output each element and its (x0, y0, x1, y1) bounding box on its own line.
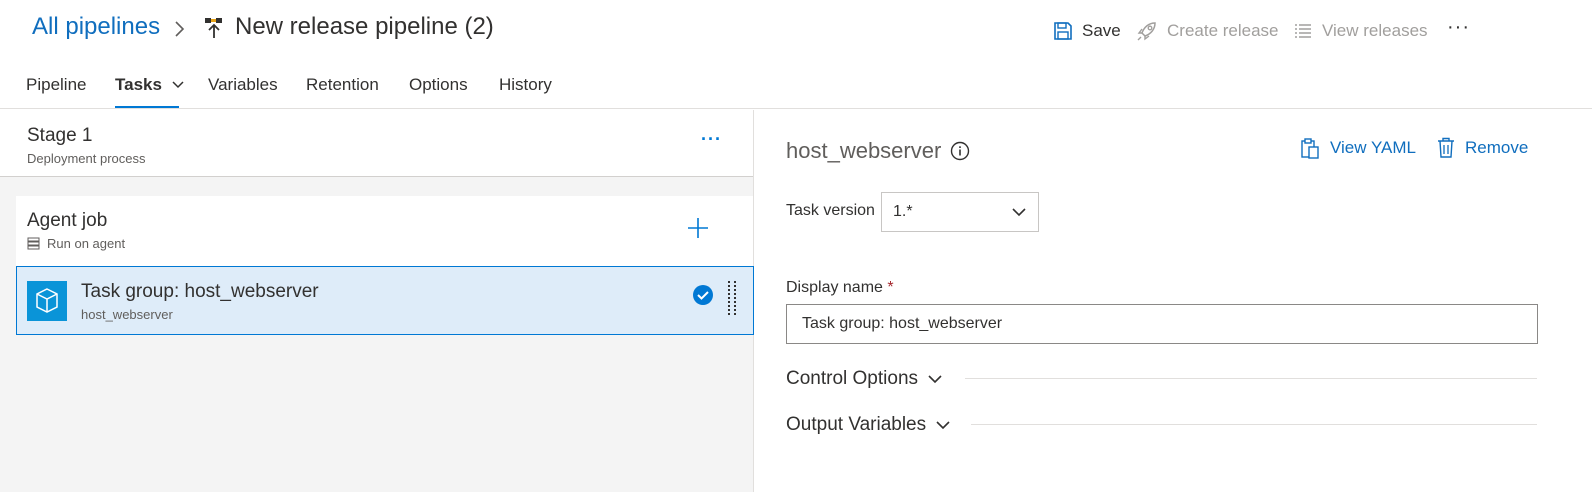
output-variables-toggle[interactable]: Output Variables (786, 412, 951, 438)
output-variables-label: Output Variables (786, 414, 927, 435)
task-title: Task group: host_webserver (81, 281, 319, 302)
task-version-value: 1.* (893, 203, 913, 220)
agent-job-subtitle-text: Run on agent (47, 236, 126, 251)
save-button[interactable]: Save (1053, 20, 1121, 42)
stage-header[interactable]: Stage 1 Deployment process ··· (0, 110, 753, 177)
control-options-label: Control Options (786, 368, 919, 389)
breadcrumb-all-pipelines[interactable]: All pipelines (32, 13, 160, 41)
tab-bar: Pipeline Tasks Variables Retention Optio… (0, 58, 1592, 109)
create-release-label: Create release (1167, 21, 1279, 40)
section-divider (971, 424, 1537, 425)
task-subtitle: host_webserver (81, 307, 173, 322)
add-task-icon[interactable] (686, 216, 710, 240)
display-name-label-text: Display name (786, 279, 883, 296)
view-releases-button[interactable]: View releases (1293, 20, 1428, 42)
page-title: New release pipeline (2) (235, 13, 494, 40)
display-name-input[interactable] (786, 304, 1538, 344)
release-pipeline-icon (205, 18, 222, 38)
save-icon (1054, 22, 1072, 40)
more-actions-button[interactable]: ··· (1447, 16, 1470, 38)
tasks-panel: Stage 1 Deployment process ··· Agent job… (0, 110, 754, 492)
tab-options[interactable]: Options (409, 75, 468, 95)
view-releases-label: View releases (1322, 21, 1428, 40)
list-icon (1295, 24, 1311, 38)
details-title: host_webserver (786, 138, 942, 163)
chevron-down-icon (172, 81, 184, 89)
create-release-button[interactable]: Create release (1136, 20, 1279, 42)
remove-label: Remove (1465, 138, 1529, 157)
agent-job-subtitle: Run on agent (27, 236, 125, 251)
tab-pipeline[interactable]: Pipeline (26, 75, 87, 95)
section-divider (965, 378, 1537, 379)
tab-history[interactable]: History (499, 75, 552, 95)
chevron-down-icon (928, 375, 942, 384)
tab-retention[interactable]: Retention (306, 75, 379, 95)
server-icon (27, 237, 40, 250)
task-group-icon (27, 281, 67, 321)
active-tab-indicator (115, 106, 179, 108)
info-icon[interactable] (950, 141, 970, 161)
tab-variables[interactable]: Variables (208, 75, 278, 95)
task-row-selected[interactable]: Task group: host_webserver host_webserve… (16, 266, 754, 335)
view-yaml-button[interactable]: View YAML (1300, 137, 1416, 159)
chevron-down-icon (936, 421, 950, 430)
display-name-label: Display name * (786, 279, 894, 297)
stage-title: Stage 1 (27, 125, 93, 146)
agent-job-row[interactable]: Agent job Run on agent (16, 196, 753, 266)
rocket-icon (1137, 22, 1156, 41)
save-label: Save (1082, 21, 1121, 40)
top-bar: All pipelines New release pipeline (2) S… (0, 0, 1592, 58)
task-version-label: Task version (786, 202, 875, 219)
stage-subtitle: Deployment process (27, 151, 146, 166)
trash-icon (1438, 137, 1454, 158)
task-version-dropdown[interactable]: 1.* (881, 192, 1039, 232)
chevron-down-icon (1012, 208, 1026, 217)
clipboard-icon (1301, 138, 1319, 159)
view-yaml-label: View YAML (1330, 138, 1416, 157)
tab-tasks-label: Tasks (115, 75, 162, 94)
checkmark-circle-icon (693, 285, 713, 305)
control-options-toggle[interactable]: Control Options (786, 366, 943, 392)
remove-button[interactable]: Remove (1437, 137, 1528, 159)
task-details-panel: host_webserver View YAML Remove Task ver… (755, 110, 1592, 492)
tab-tasks[interactable]: Tasks (115, 75, 184, 95)
stage-more-button[interactable]: ··· (701, 129, 722, 150)
drag-handle-icon[interactable] (726, 280, 738, 316)
chevron-right-icon (175, 21, 185, 37)
required-marker: * (887, 279, 894, 296)
agent-job-title: Agent job (27, 210, 108, 231)
